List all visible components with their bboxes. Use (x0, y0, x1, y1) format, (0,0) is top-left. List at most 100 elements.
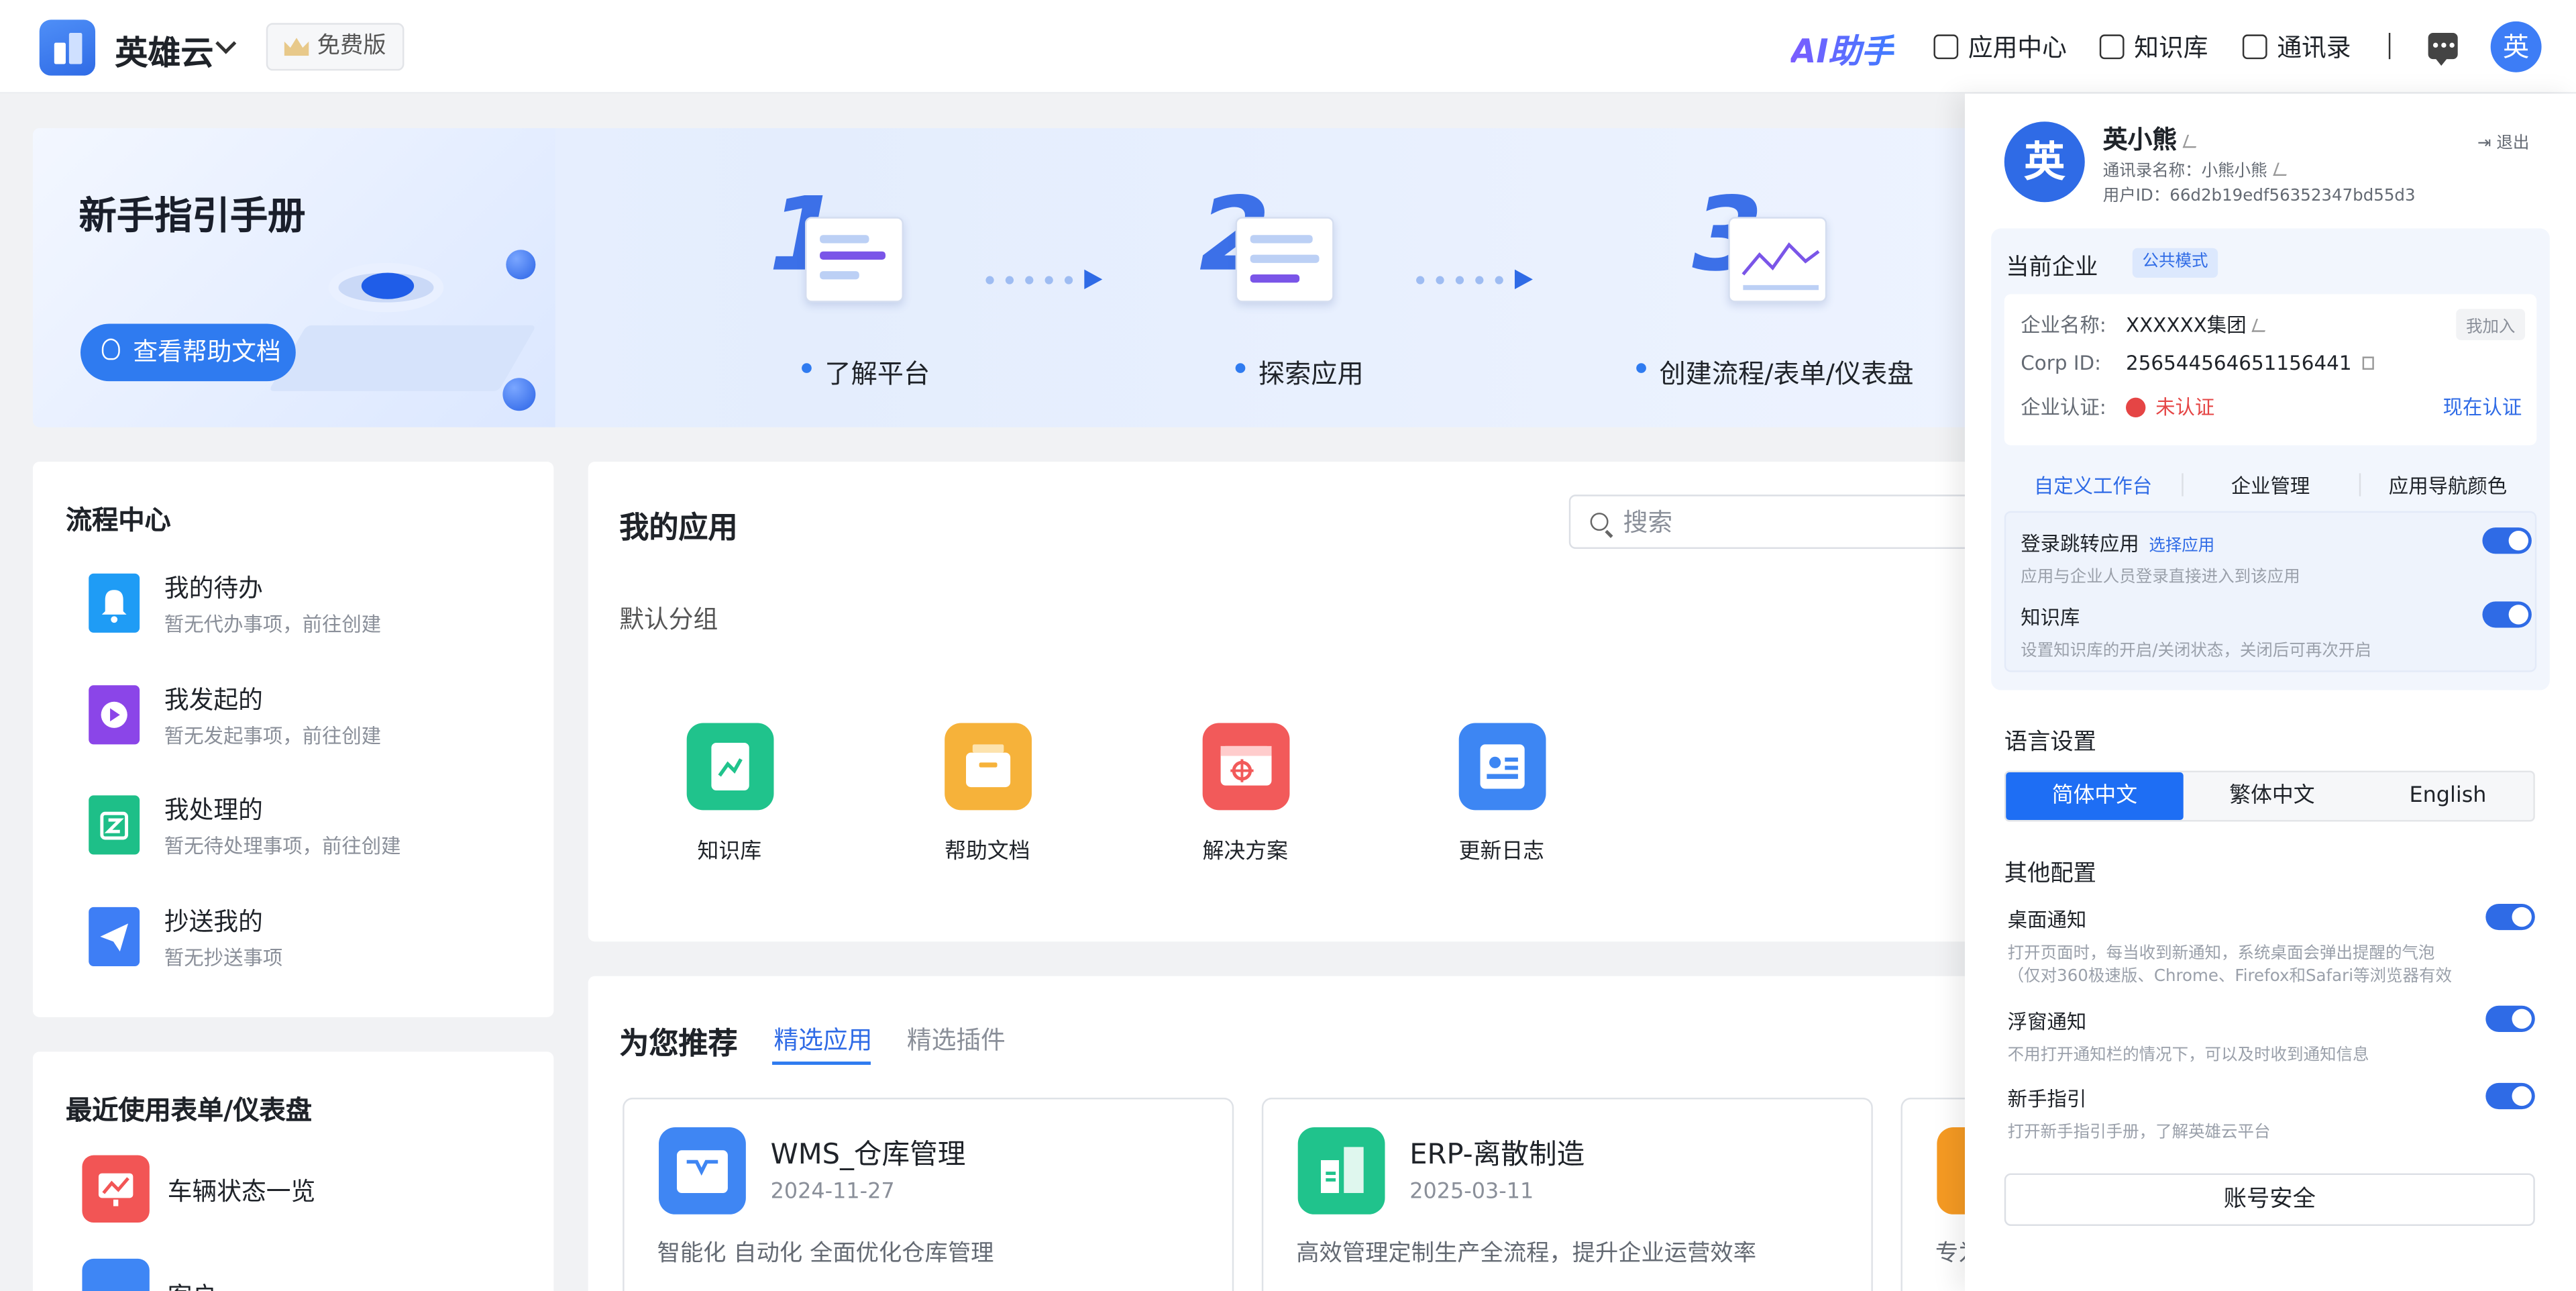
recent-item-name[interactable]: 客户 (168, 1278, 217, 1291)
recommend-card-erp[interactable]: ERP-离散制造 2025-03-11 高效管理定制生产全流程，提升企业运营效率 (1261, 1097, 1873, 1291)
avatar[interactable]: 英 (2490, 21, 2542, 72)
nav-contacts[interactable]: 通讯录 (2242, 30, 2351, 64)
app-tile-solution[interactable]: 解决方案 (1163, 723, 1328, 864)
message-icon[interactable] (2428, 32, 2458, 66)
lang-traditional[interactable]: 繁体中文 (2184, 772, 2361, 820)
help-docs-button[interactable]: 查看帮助文档 (80, 323, 296, 382)
app-nav-color-button[interactable]: 应用导航颜色 (2359, 472, 2536, 500)
corp-id-value: 256544564651156441 (2126, 352, 2375, 374)
tab-featured-apps[interactable]: 精选应用 (773, 1022, 872, 1056)
login-jump-title: 登录跳转应用 选择应用 (2021, 529, 2214, 558)
top-bar: 英雄云 免费版 AI助手 应用中心 知识库 通讯录 英 (0, 0, 2576, 94)
recommend-card-wms[interactable]: WMS_仓库管理 2024-11-27 智能化 自动化 全面优化仓库管理 (623, 1097, 1234, 1291)
plan-badge[interactable]: 免费版 (266, 23, 405, 71)
guide-toggle[interactable] (2485, 1082, 2535, 1110)
certification-status-text: 未认证 (2155, 396, 2215, 419)
play-icon (89, 685, 140, 745)
verify-now-link[interactable]: 现在认证 (2443, 393, 2522, 421)
search-input[interactable] (1623, 506, 1952, 539)
chart-icon[interactable] (82, 1155, 150, 1223)
language-title: 语言设置 (2004, 729, 2096, 756)
crown-icon (284, 38, 309, 56)
other-config-title: 其他配置 (2004, 861, 2096, 888)
login-jump-toggle[interactable] (2482, 527, 2532, 554)
document-icon[interactable] (82, 1258, 150, 1291)
app-name: 更新日志 (1458, 839, 1545, 865)
logout-label: 退出 (2496, 134, 2530, 153)
step-3-label: 创建流程/表单/仪表盘 (1636, 352, 1914, 391)
banner-orb (502, 378, 536, 411)
recommend-card-desc: 智能化 自动化 全面优化仓库管理 (657, 1240, 994, 1268)
nav-knowledge[interactable]: 知识库 (2099, 30, 2208, 64)
banner-illustration: 新手指引手册 查看帮助文档 (32, 128, 555, 427)
float-notice-toggle[interactable] (2485, 1005, 2535, 1032)
recent-item-name[interactable]: 车辆状态一览 (168, 1174, 315, 1208)
edit-icon[interactable] (2182, 134, 2201, 148)
send-icon (89, 907, 140, 967)
lang-english[interactable]: English (2359, 772, 2536, 820)
flow-item-sub: 暂无代办事项，前往创建 (164, 613, 382, 636)
enterprise-info-card: 企业名称: XXXXXX集团 我加入 Corp ID: 256544564651… (2004, 294, 2537, 446)
app-tile-help-doc[interactable]: 帮助文档 (905, 723, 1069, 865)
line-chart-icon (1741, 242, 1820, 291)
app-name: 知识库 (697, 839, 762, 865)
logout-button[interactable]: ⇥ 退出 (2477, 128, 2529, 153)
brand-logo-icon[interactable] (39, 19, 96, 76)
custom-workspace-button[interactable]: 自定义工作台 (2004, 472, 2182, 500)
help-docs-label: 查看帮助文档 (133, 337, 281, 367)
nav-app-center[interactable]: 应用中心 (1933, 30, 2067, 64)
ai-assistant-button[interactable]: AI助手 (1790, 25, 1894, 72)
book-icon (2099, 34, 2125, 60)
lang-simplified[interactable]: 简体中文 (2006, 772, 2184, 821)
drawer-user-name[interactable]: 英小熊 (2102, 121, 2201, 156)
recommend-title: 为您推荐 (619, 1027, 738, 1062)
nav-contacts-label: 通讯录 (2277, 32, 2351, 63)
recent-forms-panel: 最近使用表单/仪表盘 车辆状态一览 客户 (32, 1051, 554, 1291)
step-1-label: 了解平台 (802, 352, 930, 391)
recommend-card-name: WMS_仓库管理 (770, 1139, 966, 1172)
step-3-illustration: 3 (1692, 183, 1839, 319)
knowledge-toggle-title: 知识库 (2021, 606, 2080, 629)
flow-item-sub: 暂无抄送事项 (164, 946, 283, 970)
enterprise-name-value: XXXXXX集团 (2126, 311, 2270, 339)
copy-icon[interactable] (2363, 356, 2375, 370)
active-tab-indicator (772, 1062, 871, 1065)
tab-featured-plugins[interactable]: 精选插件 (907, 1022, 1006, 1056)
flow-item-name: 我的待办 (164, 573, 263, 603)
enterprise-management-button[interactable]: 企业管理 (2182, 472, 2359, 500)
choose-app-link[interactable]: 选择应用 (2149, 537, 2214, 556)
step-2-illustration: 2 (1199, 183, 1347, 319)
app-tile-knowledge[interactable]: 知识库 (647, 723, 812, 865)
enterprise-title: 当前企业 (2006, 254, 2098, 281)
step-arrow (985, 269, 1103, 290)
app-center-icon (1933, 34, 1959, 60)
user-name-text: 英小熊 (2102, 125, 2177, 155)
app-tile-changelog[interactable]: 更新日志 (1419, 723, 1584, 865)
app-group-label: 默认分组 (619, 605, 718, 635)
factory-icon (1297, 1127, 1385, 1215)
workspace-name[interactable]: 英雄云 (115, 26, 213, 74)
chevron-down-icon[interactable] (215, 33, 237, 54)
recommend-card-date: 2024-11-27 (770, 1180, 895, 1205)
edit-icon[interactable] (2252, 319, 2270, 332)
nav-knowledge-label: 知识库 (2134, 32, 2208, 63)
drawer-avatar[interactable]: 英 (2004, 121, 2085, 203)
solution-icon (1201, 723, 1289, 811)
desktop-notice-toggle[interactable] (2485, 903, 2535, 931)
banner-iso-base (268, 325, 537, 391)
flow-item-name: 我发起的 (164, 685, 263, 715)
app-name: 帮助文档 (945, 839, 1030, 865)
enterprise-section: 当前企业 公共模式 企业名称: XXXXXX集团 我加入 Corp ID: 25… (1991, 228, 2550, 690)
app-search-box[interactable] (1568, 495, 1996, 549)
knowledge-toggle[interactable] (2482, 601, 2532, 628)
plan-label: 免费版 (317, 32, 386, 60)
edit-icon[interactable] (2273, 162, 2292, 176)
recommend-card-name: ERP-离散制造 (1409, 1139, 1585, 1172)
nav-app-center-label: 应用中心 (1968, 32, 2067, 63)
desktop-notice-sub: 打开页面时，每当收到新通知，系统桌面会弹出提醒的气泡 (2007, 945, 2435, 964)
onboarding-banner: 新手指引手册 查看帮助文档 1 了解平台 2 探索应用 3 创建流程/表单/仪表… (32, 128, 1972, 427)
guide-sub: 打开新手指引手册，了解英雄云平台 (2007, 1124, 2271, 1143)
app-root: 英雄云 免费版 AI助手 应用中心 知识库 通讯录 英 新手指引手册 查看帮助文… (0, 0, 2576, 1291)
knowledge-icon (686, 723, 773, 811)
account-security-button[interactable]: 账号安全 (2004, 1173, 2535, 1226)
